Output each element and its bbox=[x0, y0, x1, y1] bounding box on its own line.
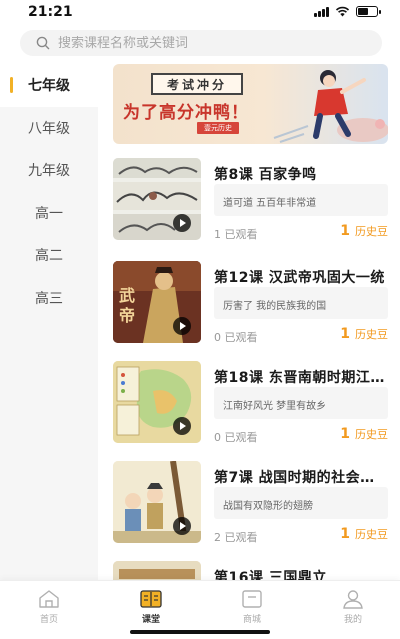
svg-text:武: 武 bbox=[119, 286, 135, 305]
price-unit: 历史豆 bbox=[355, 328, 388, 341]
course-views: 0 已观看 bbox=[214, 331, 258, 344]
price-unit: 历史豆 bbox=[355, 528, 388, 541]
price-amount: 1 bbox=[340, 223, 350, 239]
banner-brand: 壹元历史 bbox=[197, 122, 239, 134]
course-price: 1 历史豆 bbox=[340, 223, 388, 239]
sidebar-item-grade7[interactable]: 七年级 bbox=[0, 64, 98, 107]
search-input[interactable] bbox=[58, 35, 358, 51]
course-item[interactable]: 第7课 战国时期的社会变化 战国有双隐形的翅膀 2 已观看 1 历史豆 bbox=[113, 461, 390, 547]
course-title: 第18课 东晋南朝时期江南地区的开发 bbox=[214, 370, 386, 386]
course-thumbnail bbox=[113, 361, 201, 443]
course-thumbnail bbox=[113, 158, 201, 240]
play-icon bbox=[173, 317, 191, 335]
course-item[interactable]: 第16课 三国鼎立 bbox=[113, 561, 390, 580]
sidebar-item-senior3[interactable]: 高三 bbox=[0, 277, 98, 320]
course-thumbnail: 武 帝 bbox=[113, 261, 201, 343]
play-icon bbox=[173, 417, 191, 435]
tab-home[interactable]: 首页 bbox=[19, 589, 79, 625]
course-price: 1 历史豆 bbox=[340, 426, 388, 442]
tab-label: 我的 bbox=[343, 615, 362, 625]
price-amount: 1 bbox=[340, 426, 350, 442]
course-price: 1 历史豆 bbox=[340, 326, 388, 342]
course-description: 道可道 五百年非常道 bbox=[214, 184, 388, 216]
price-amount: 1 bbox=[340, 526, 350, 542]
tab-shop[interactable]: 商城 bbox=[222, 589, 282, 625]
grade-sidebar: 七年级 八年级 九年级 高一 高二 高三 bbox=[0, 64, 98, 580]
banner-illustration bbox=[273, 70, 388, 143]
svg-text:帝: 帝 bbox=[119, 306, 135, 325]
sidebar-item-grade9[interactable]: 九年级 bbox=[0, 149, 98, 192]
course-title: 第12课 汉武帝巩固大一统 bbox=[214, 270, 385, 286]
home-icon bbox=[39, 590, 59, 608]
tab-label: 课堂 bbox=[141, 615, 160, 625]
course-item[interactable]: 武 帝 第12课 汉武帝巩固大一统 厉害了 我的民族我的国 0 已观看 1 历史… bbox=[113, 261, 390, 347]
course-title: 第7课 战国时期的社会变化 bbox=[214, 470, 386, 486]
course-views: 2 已观看 bbox=[214, 531, 258, 544]
profile-icon bbox=[343, 590, 363, 609]
sidebar-item-grade8[interactable]: 八年级 bbox=[0, 107, 98, 150]
classroom-icon bbox=[140, 590, 162, 608]
signal-icon bbox=[314, 6, 329, 17]
course-price: 1 历史豆 bbox=[340, 526, 388, 542]
course-views: 1 已观看 bbox=[214, 228, 258, 241]
wifi-icon bbox=[335, 6, 350, 17]
status-icons bbox=[314, 6, 381, 17]
course-thumbnail bbox=[113, 461, 201, 543]
search-icon bbox=[36, 36, 50, 50]
course-views: 0 已观看 bbox=[214, 431, 258, 444]
price-unit: 历史豆 bbox=[355, 225, 388, 238]
status-time: 21:21 bbox=[28, 4, 73, 20]
play-icon bbox=[173, 214, 191, 232]
course-description: 江南好风光 梦里有故乡 bbox=[214, 387, 388, 419]
shop-icon bbox=[242, 590, 262, 608]
course-thumbnail bbox=[113, 561, 201, 580]
price-unit: 历史豆 bbox=[355, 428, 388, 441]
price-amount: 1 bbox=[340, 326, 350, 342]
banner-headline: 为了高分冲鸭！ bbox=[123, 103, 249, 123]
play-icon bbox=[173, 517, 191, 535]
course-description: 战国有双隐形的翅膀 bbox=[214, 487, 388, 519]
status-bar: 21:21 bbox=[0, 0, 400, 24]
promo-banner[interactable]: 考试冲分 为了高分冲鸭！ 壹元历史 bbox=[113, 64, 388, 144]
course-item[interactable]: 第8课 百家争鸣 道可道 五百年非常道 1 已观看 1 历史豆 bbox=[113, 158, 390, 244]
sidebar-item-senior2[interactable]: 高二 bbox=[0, 234, 98, 277]
course-title: 第8课 百家争鸣 bbox=[214, 167, 317, 183]
course-item[interactable]: 第18课 东晋南朝时期江南地区的开发 江南好风光 梦里有故乡 0 已观看 1 历… bbox=[113, 361, 390, 447]
banner-tag: 考试冲分 bbox=[151, 73, 243, 95]
tab-label: 首页 bbox=[39, 615, 58, 625]
search-bar[interactable] bbox=[20, 30, 382, 56]
tab-classroom[interactable]: 课堂 bbox=[121, 589, 181, 625]
course-title: 第16课 三国鼎立 bbox=[214, 570, 327, 580]
course-description: 厉害了 我的民族我的国 bbox=[214, 287, 388, 319]
home-indicator bbox=[130, 630, 270, 634]
tab-label: 商城 bbox=[242, 615, 261, 625]
tab-profile[interactable]: 我的 bbox=[323, 589, 383, 625]
sidebar-item-senior1[interactable]: 高一 bbox=[0, 192, 98, 235]
battery-icon bbox=[356, 6, 381, 17]
